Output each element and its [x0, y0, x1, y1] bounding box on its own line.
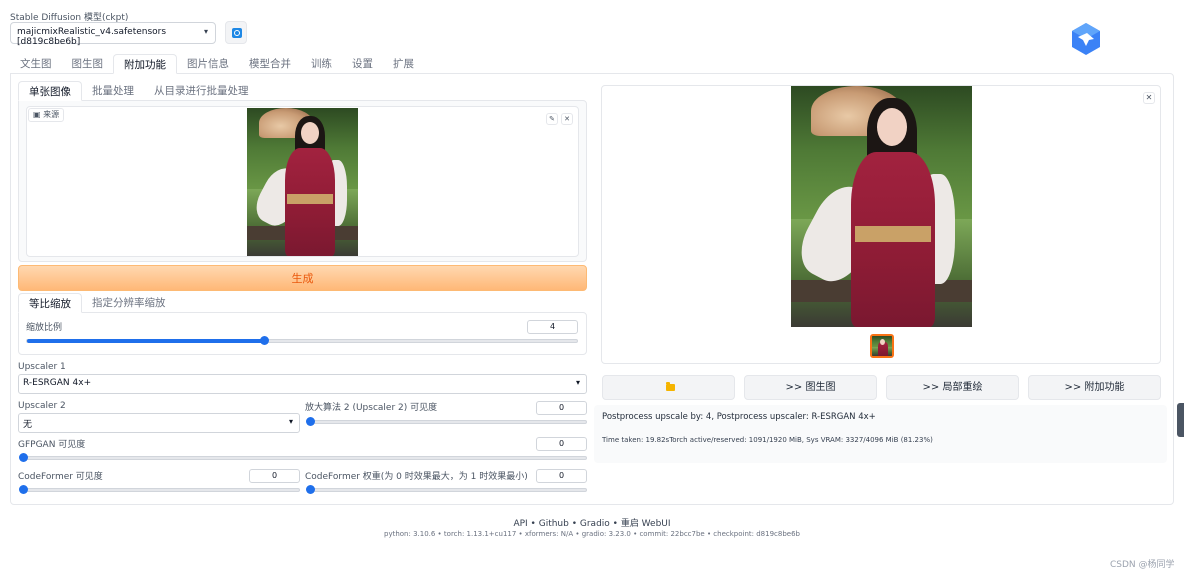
upscaler2-visibility-slider-thumb[interactable] [306, 417, 315, 426]
upscaler2-value: 无 [23, 420, 33, 430]
edit-image-button[interactable]: ✎ [546, 113, 558, 125]
tab-png-info[interactable]: 图片信息 [177, 54, 239, 74]
image-icon: ▣ [33, 110, 44, 119]
model-select[interactable]: majicmixRealistic_v4.safetensors [d819c8… [10, 22, 216, 47]
resize-slider[interactable] [26, 336, 578, 345]
refresh-icon [232, 28, 242, 38]
side-edge-handle[interactable] [1177, 403, 1184, 437]
scale-panel [18, 312, 587, 355]
generation-info: Postprocess upscale by: 4, Postprocess u… [602, 412, 876, 422]
upscaler2-dropdown[interactable]: 无 ▾ [18, 413, 300, 433]
upscaler1-dropdown[interactable]: R-ESRGAN 4x+ ▾ [18, 374, 587, 394]
upscaler2-visibility-input[interactable]: 0 [536, 401, 587, 415]
output-image[interactable] [791, 86, 972, 327]
tab-checkpoint-merger[interactable]: 模型合并 [239, 54, 301, 74]
close-output-button[interactable]: ✕ [1143, 92, 1155, 104]
send-to-inpaint-button[interactable]: >> 局部重绘 [886, 375, 1019, 400]
resize-number-input[interactable]: 4 [527, 320, 578, 334]
close-icon: ✕ [564, 115, 570, 123]
resize-slider-fill [27, 339, 265, 343]
clear-image-button[interactable]: ✕ [561, 113, 573, 125]
refresh-model-button[interactable] [225, 21, 247, 44]
gfpgan-slider[interactable] [19, 453, 587, 462]
send-to-img2img-button[interactable]: >> 图生图 [744, 375, 877, 400]
tab-txt2img[interactable]: 文生图 [10, 54, 62, 74]
tab-single-image[interactable]: 单张图像 [18, 81, 82, 101]
footer-versions: python: 3.10.6 • torch: 1.13.1+cu117 • x… [384, 530, 800, 538]
tab-scale-to[interactable]: 指定分辨率缩放 [82, 293, 176, 313]
chevron-down-icon: ▾ [288, 417, 293, 426]
scale-tabs: 等比缩放 指定分辨率缩放 [18, 293, 176, 313]
codeformer-weight-label: CodeFormer 权重(为 0 时效果最大，为 1 时效果最小) [305, 472, 528, 482]
tab-settings[interactable]: 设置 [342, 54, 383, 74]
close-icon: ✕ [1145, 93, 1153, 102]
gfpgan-input[interactable]: 0 [536, 437, 587, 451]
resize-slider-thumb[interactable] [260, 336, 269, 345]
source-image [247, 108, 358, 256]
generate-button[interactable]: 生成 [18, 265, 587, 291]
output-thumbnail[interactable] [870, 334, 894, 358]
gfpgan-slider-thumb[interactable] [19, 453, 28, 462]
pencil-icon: ✎ [549, 115, 555, 123]
codeformer-weight-input[interactable]: 0 [536, 469, 587, 483]
footer-links[interactable]: API • Github • Gradio • 重启 WebUI [0, 516, 1184, 529]
logo-icon [1072, 23, 1100, 55]
main-tabs: 文生图 图生图 附加功能 图片信息 模型合并 训练 设置 扩展 [10, 54, 424, 74]
tab-extras[interactable]: 附加功能 [113, 54, 177, 74]
upscaler1-value: R-ESRGAN 4x+ [23, 378, 92, 388]
model-select-value: majicmixRealistic_v4.safetensors [d819c8… [17, 27, 167, 47]
codeformer-label: CodeFormer 可见度 [18, 472, 103, 482]
tab-train[interactable]: 训练 [301, 54, 342, 74]
codeformer-slider[interactable] [19, 485, 300, 494]
watermark: CSDN @杨同学 [1110, 560, 1175, 570]
upscaler1-label: Upscaler 1 [18, 362, 66, 372]
send-to-extras-button[interactable]: >> 附加功能 [1028, 375, 1161, 400]
tab-batch-from-directory[interactable]: 从目录进行批量处理 [144, 81, 259, 101]
open-folder-button[interactable] [602, 375, 735, 400]
chevron-down-icon: ▾ [575, 378, 580, 387]
tab-batch-process[interactable]: 批量处理 [82, 81, 144, 101]
codeformer-slider-thumb[interactable] [19, 485, 28, 494]
codeformer-weight-slider[interactable] [306, 485, 587, 494]
codeformer-weight-slider-thumb[interactable] [306, 485, 315, 494]
resize-label: 缩放比例 [26, 323, 63, 333]
codeformer-input[interactable]: 0 [249, 469, 300, 483]
tab-img2img[interactable]: 图生图 [62, 54, 114, 74]
source-label: ▣ 来源 [28, 108, 65, 122]
chevron-down-icon: ▾ [203, 27, 208, 36]
upscaler2-visibility-slider[interactable] [306, 417, 587, 426]
gfpgan-label: GFPGAN 可见度 [18, 440, 86, 450]
time-info: Time taken: 19.82sTorch active/reserved:… [602, 436, 933, 444]
upscaler2-visibility-label: 放大算法 2 (Upscaler 2) 可见度 [305, 403, 438, 413]
tab-extensions[interactable]: 扩展 [383, 54, 424, 74]
sub-tabs: 单张图像 批量处理 从目录进行批量处理 [18, 81, 259, 101]
folder-icon [666, 382, 675, 391]
source-label-text: 来源 [43, 110, 60, 119]
upscaler2-label: Upscaler 2 [18, 401, 66, 411]
tab-scale-by[interactable]: 等比缩放 [18, 293, 82, 313]
